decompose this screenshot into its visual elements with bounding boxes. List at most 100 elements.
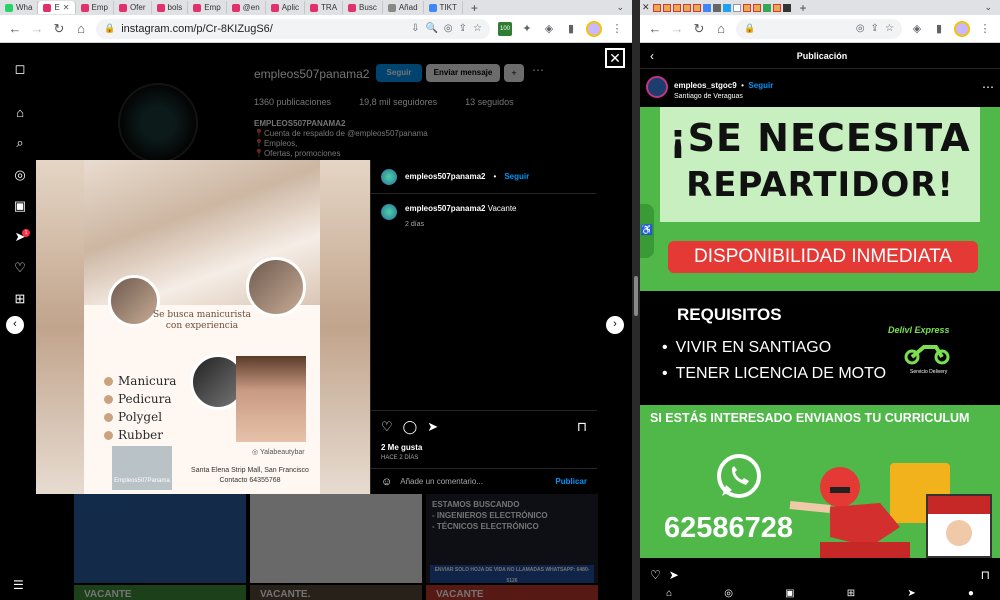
tab-favicon[interactable] [652, 3, 661, 12]
publish-button[interactable]: Publicar [555, 477, 587, 486]
heart-icon[interactable]: ♡ [12, 260, 28, 276]
splitter-grip[interactable] [634, 276, 638, 316]
hamburger-icon[interactable]: ☰ [13, 578, 24, 592]
tab-favicon[interactable] [742, 3, 751, 12]
explore-icon[interactable]: ◎ [724, 588, 733, 600]
follow-link[interactable]: Seguir [504, 172, 529, 181]
tab-10[interactable]: Añad [383, 1, 424, 14]
tab-favicon[interactable] [702, 3, 711, 12]
tab-4[interactable]: bols [152, 1, 189, 14]
bookmark-icon[interactable]: ⊓ [981, 568, 990, 582]
back-icon[interactable]: ← [648, 21, 662, 36]
back-icon[interactable]: ← [8, 21, 22, 36]
comment-icon[interactable]: ◯ [403, 419, 418, 435]
post-location[interactable]: Santiago de Veraguas [674, 93, 773, 100]
avatar[interactable] [381, 204, 397, 220]
tab-favicon[interactable] [732, 3, 741, 12]
zoom-icon[interactable]: 🔍 [425, 23, 437, 34]
menu-dots-icon[interactable]: ⋮ [978, 22, 992, 35]
grid-post[interactable] [74, 493, 246, 583]
tab-favicon[interactable] [782, 3, 791, 12]
share-icon[interactable]: ⇪ [871, 23, 879, 34]
followers-count[interactable]: 19,8 mil seguidores [359, 97, 437, 107]
new-tab-icon[interactable]: + [463, 1, 486, 15]
tab-7[interactable]: Aplic [266, 1, 306, 14]
profile-icon[interactable]: ● [968, 588, 974, 600]
tab-favicon[interactable] [762, 3, 771, 12]
grid-post[interactable]: VACANTE [426, 585, 598, 600]
tab-favicon[interactable] [722, 3, 731, 12]
tab-whatsapp[interactable]: Wha [0, 1, 39, 14]
message-button[interactable]: Enviar mensaje [426, 64, 500, 82]
tab-favicon[interactable] [712, 3, 721, 12]
extension-icon[interactable]: ◈ [542, 22, 556, 35]
tab-favicon[interactable] [752, 3, 761, 12]
tab-2[interactable]: Emp [76, 1, 114, 14]
window-splitter[interactable] [632, 0, 640, 600]
home-icon[interactable]: ⌂ [714, 21, 728, 36]
comment-input[interactable]: Añade un comentario... [400, 477, 547, 486]
tab-3[interactable]: Ofer [114, 1, 152, 14]
grid-post[interactable] [250, 493, 422, 583]
instagram-logo-icon[interactable]: ◻ [12, 61, 28, 77]
reload-icon[interactable]: ↻ [52, 21, 66, 37]
close-tab-icon[interactable]: ✕ [640, 1, 652, 14]
tab-6[interactable]: @en [227, 1, 266, 14]
avatar[interactable] [646, 76, 668, 98]
tab-8[interactable]: TRA [305, 1, 344, 14]
avatar[interactable] [381, 168, 397, 185]
star-icon[interactable]: ☆ [473, 23, 482, 34]
forward-icon[interactable]: → [30, 21, 44, 36]
follow-button[interactable]: Seguir [376, 64, 422, 82]
eye-off-icon[interactable]: ◎ [444, 23, 453, 34]
likes-count[interactable]: 2 Me gusta [381, 443, 587, 452]
share-icon[interactable]: ➤ [427, 419, 438, 435]
more-options-icon[interactable]: ⋯ [532, 63, 544, 77]
tab-9[interactable]: Busc [343, 1, 383, 14]
explore-icon[interactable]: ◎ [12, 167, 28, 183]
chevron-down-icon[interactable]: ⌄ [616, 2, 632, 13]
address-bar[interactable]: 🔒 ◎ ⇪ ☆ [736, 18, 902, 39]
tab-favicon[interactable] [662, 3, 671, 12]
install-icon[interactable]: ⇩ [411, 23, 419, 34]
tab-favicon[interactable] [672, 3, 681, 12]
create-icon[interactable]: ⊞ [847, 588, 855, 600]
menu-dots-icon[interactable]: ⋮ [610, 22, 624, 35]
profile-avatar[interactable] [586, 20, 602, 37]
create-icon[interactable]: ⊞ [12, 291, 28, 307]
messages-icon[interactable]: ➤ [907, 588, 915, 600]
caption-username[interactable]: empleos507panama2 [405, 204, 486, 213]
delivery-ad-image[interactable]: ¡SE NECESITA REPARTIDOR! DISPONIBILIDAD … [640, 107, 1000, 558]
more-options-icon[interactable]: ⋯ [982, 80, 994, 94]
tab-favicon[interactable] [682, 3, 691, 12]
close-modal-icon[interactable]: ✕ [605, 48, 625, 68]
address-bar[interactable]: 🔒 instagram.com/p/Cr-8KIZugS6/ ⇩ 🔍 ◎ ⇪ ☆ [96, 18, 490, 39]
sidepanel-icon[interactable]: ▮ [564, 22, 578, 35]
extension-icon[interactable]: ◈ [910, 22, 924, 35]
tab-5[interactable]: Emp [188, 1, 227, 14]
forward-icon[interactable]: → [670, 21, 684, 36]
prev-arrow-button[interactable]: ‹ [6, 316, 24, 334]
sidepanel-icon[interactable]: ▮ [932, 22, 946, 35]
grid-post[interactable]: VACANTE. [250, 585, 422, 600]
follow-link[interactable]: Seguir [748, 81, 773, 90]
new-tab-icon[interactable]: + [792, 1, 815, 15]
emoji-icon[interactable]: ☺ [381, 476, 392, 488]
bookmark-icon[interactable]: ⊓ [577, 419, 587, 435]
profile-avatar[interactable] [954, 20, 970, 37]
close-tab-icon[interactable]: ✕ [63, 3, 70, 12]
heart-icon[interactable]: ♡ [650, 568, 661, 582]
following-count[interactable]: 13 seguidos [465, 97, 514, 107]
reels-icon[interactable]: ▣ [12, 198, 28, 214]
next-arrow-button[interactable]: › [606, 316, 624, 334]
home-icon[interactable]: ⌂ [12, 105, 28, 121]
home-icon[interactable]: ⌂ [74, 21, 88, 36]
grid-post[interactable]: ESTAMOS BUSCANDO - INGENIEROS ELECTRÓNIC… [426, 493, 598, 583]
tab-favicon[interactable] [692, 3, 701, 12]
chevron-down-icon[interactable]: ⌄ [984, 2, 1000, 13]
search-icon[interactable]: ⌕ [12, 135, 28, 151]
eye-off-icon[interactable]: ◎ [856, 23, 865, 34]
tab-favicon[interactable] [772, 3, 781, 12]
accessibility-icon[interactable]: ♿ [640, 204, 654, 258]
puzzle-icon[interactable]: ✦ [520, 22, 534, 35]
